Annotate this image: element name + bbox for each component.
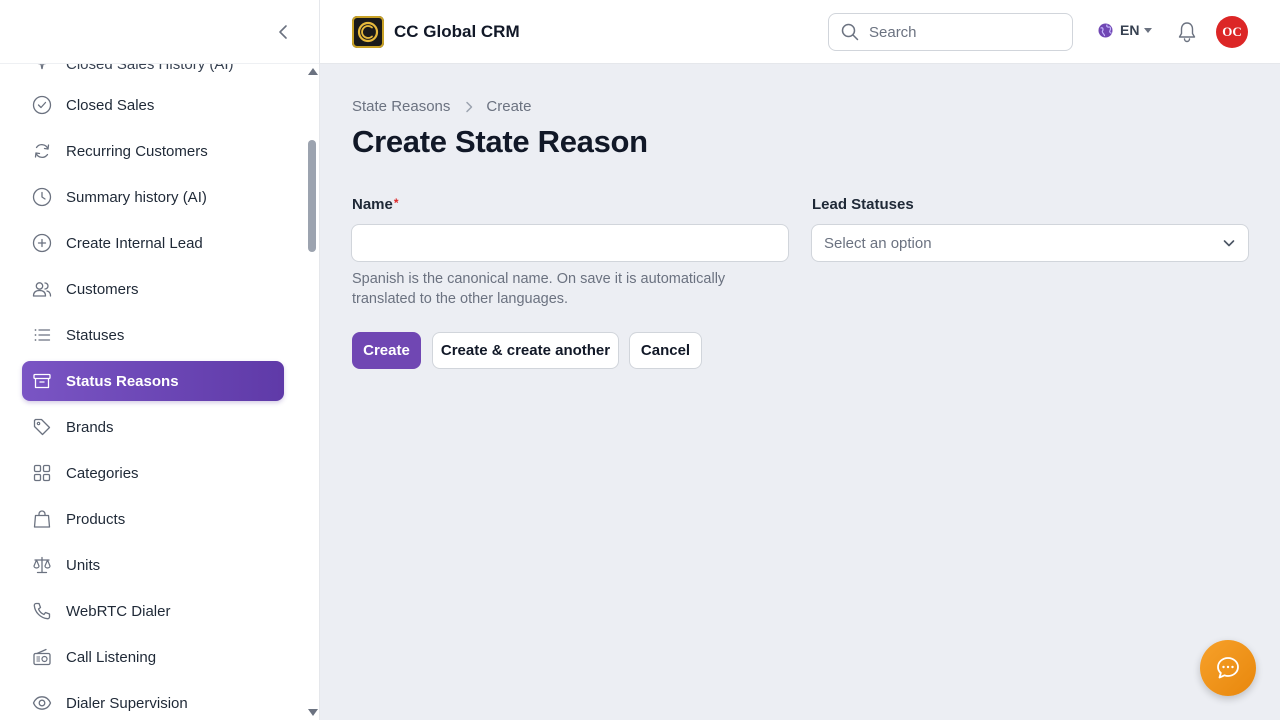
notifications-button[interactable] [1177, 21, 1197, 48]
sidebar-item-summary-history[interactable]: Summary history (AI) [22, 177, 284, 217]
name-label-text: Name [352, 196, 393, 213]
sidebar-item-create-internal-lead[interactable]: Create Internal Lead [22, 223, 284, 263]
chevron-left-icon [279, 25, 287, 39]
sidebar-item-label: Customers [66, 280, 139, 298]
sidebar-item-status-reasons[interactable]: Status Reasons [22, 361, 284, 401]
sidebar-item-list: Closed Sales Recurring Customers Summary… [22, 85, 284, 720]
lead-statuses-label: Lead Statuses [812, 196, 914, 213]
sidebar-item-webrtc-dialer[interactable]: WebRTC Dialer [22, 591, 284, 631]
chat-button[interactable] [1200, 640, 1256, 696]
breadcrumb-current: Create [486, 98, 532, 115]
scroll-down-arrow-icon[interactable] [308, 709, 318, 716]
sidebar-item-brands[interactable]: Brands [22, 407, 284, 447]
breadcrumb: State Reasons Create [352, 98, 531, 115]
check-circle-icon [32, 95, 52, 115]
sidebar-item-call-listening[interactable]: Call Listening [22, 637, 284, 677]
clock-icon [32, 187, 52, 207]
app-logo [352, 16, 384, 48]
sidebar-item-units[interactable]: Units [22, 545, 284, 585]
tag-icon [32, 417, 52, 437]
eye-icon [32, 693, 52, 713]
sidebar-item-label: Units [66, 556, 101, 574]
create-and-create-another-button[interactable]: Create & create another [432, 332, 619, 369]
sidebar-item-label: Dialer Supervision [66, 694, 188, 712]
sidebar-item-products[interactable]: Products [22, 499, 284, 539]
name-field-label: Name* [352, 196, 399, 213]
sidebar-nav: Closed Sales History (AI) Closed Sales R… [0, 64, 306, 720]
grid-icon [32, 463, 52, 483]
chevron-right-icon [464, 101, 474, 113]
sidebar-item-label: Call Listening [66, 648, 157, 666]
lead-statuses-placeholder: Select an option [824, 234, 932, 252]
name-input[interactable] [351, 224, 789, 262]
users-icon [32, 279, 52, 299]
sidebar-item-recurring-customers[interactable]: Recurring Customers [22, 131, 284, 171]
scroll-up-arrow-icon[interactable] [308, 68, 318, 75]
name-help-text: Spanish is the canonical name. On save i… [352, 271, 726, 307]
sidebar-item-categories[interactable]: Categories [22, 453, 284, 493]
sidebar-item-closed-sales-history[interactable]: Closed Sales History (AI) [22, 64, 284, 80]
sidebar-item-dialer-supervision[interactable]: Dialer Supervision [22, 683, 284, 720]
cancel-button[interactable]: Cancel [629, 332, 702, 369]
archive-icon [32, 371, 52, 391]
search-icon [841, 23, 859, 41]
sidebar-item-label: WebRTC Dialer [66, 602, 171, 620]
radio-icon [32, 647, 52, 667]
shopping-bag-icon [32, 509, 52, 529]
top-header: CC Global CRM EN OC [320, 0, 1280, 64]
sidebar-header [0, 0, 319, 64]
phone-icon [32, 601, 52, 621]
sidebar-item-label: Closed Sales History (AI) [66, 64, 234, 73]
plus-circle-icon [32, 233, 52, 253]
lead-statuses-select[interactable]: Select an option [811, 224, 1249, 262]
caret-down-icon [1144, 27, 1153, 33]
breadcrumb-link-state-reasons[interactable]: State Reasons [352, 98, 450, 115]
sidebar-item-closed-sales[interactable]: Closed Sales [22, 85, 284, 125]
collapse-sidebar-button[interactable] [272, 20, 296, 44]
logo-mark-icon [357, 21, 379, 43]
sidebar-item-customers[interactable]: Customers [22, 269, 284, 309]
sidebar-item-label: Brands [66, 418, 114, 436]
sidebar-item-label: Products [66, 510, 126, 528]
chevron-down-icon [1223, 240, 1235, 247]
user-avatar[interactable]: OC [1216, 16, 1248, 48]
list-icon [32, 325, 52, 345]
globe-icon [1098, 23, 1113, 37]
sidebar-item-label: Summary history (AI) [66, 188, 207, 206]
required-asterisk: * [393, 196, 399, 210]
search-box[interactable] [828, 13, 1073, 51]
sidebar-item-label: Status Reasons [66, 372, 179, 390]
scale-icon [32, 555, 52, 575]
page-title: Create State Reason [352, 124, 648, 159]
language-code: EN [1120, 22, 1140, 38]
bell-icon [1178, 22, 1196, 43]
create-button[interactable]: Create [352, 332, 421, 369]
sparkle-icon [32, 64, 52, 74]
sidebar-item-statuses[interactable]: Statuses [22, 315, 284, 355]
sidebar-item-label: Recurring Customers [66, 142, 208, 160]
sidebar-item-label: Closed Sales [66, 96, 155, 114]
search-input[interactable] [869, 23, 1049, 41]
sidebar-item-label: Statuses [66, 326, 125, 344]
refresh-icon [32, 141, 52, 161]
sidebar-item-label: Categories [66, 464, 139, 482]
sidebar-scrollbar[interactable] [306, 64, 320, 720]
sidebar-item-label: Create Internal Lead [66, 234, 203, 252]
brand[interactable]: CC Global CRM [352, 16, 520, 48]
language-switcher[interactable]: EN [1098, 22, 1153, 38]
scrollbar-thumb[interactable] [308, 140, 316, 252]
main-content: State Reasons Create Create State Reason… [320, 64, 1280, 720]
sidebar: Closed Sales History (AI) Closed Sales R… [0, 0, 320, 720]
app-name: CC Global CRM [394, 22, 520, 41]
chat-bubble-icon [1217, 657, 1239, 679]
